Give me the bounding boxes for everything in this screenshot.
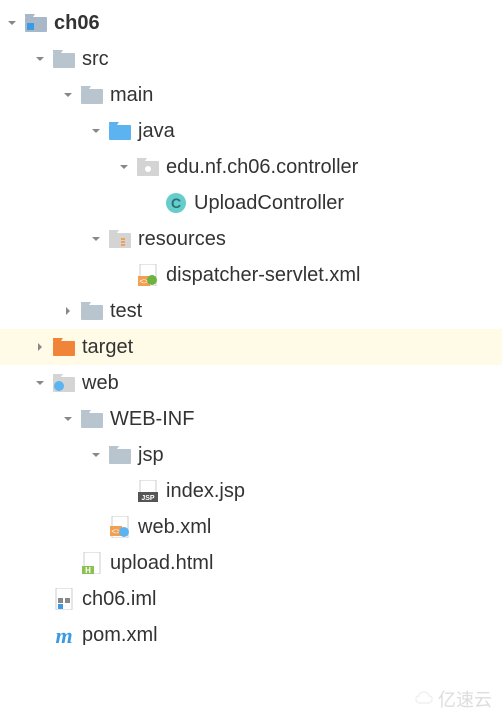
chevron-down-icon[interactable] xyxy=(4,15,20,31)
web-folder-icon xyxy=(52,371,76,395)
tree-label: jsp xyxy=(138,444,164,467)
folder-icon xyxy=(80,407,104,431)
tree-row-src[interactable]: src xyxy=(0,41,502,77)
tree-label: test xyxy=(110,300,142,323)
tree-label: target xyxy=(82,336,133,359)
tree-row-uploadhtml[interactable]: H upload.html xyxy=(0,545,502,581)
maven-file-icon: m xyxy=(52,623,76,647)
tree-row-web[interactable]: web xyxy=(0,365,502,401)
tree-label: web.xml xyxy=(138,516,211,539)
tree-row-target[interactable]: target xyxy=(0,329,502,365)
folder-icon xyxy=(80,299,104,323)
source-folder-icon xyxy=(108,119,132,143)
tree-row-pom[interactable]: m pom.xml xyxy=(0,617,502,653)
watermark: 亿速云 xyxy=(414,686,492,712)
tree-label: resources xyxy=(138,228,226,251)
chevron-down-icon[interactable] xyxy=(116,159,132,175)
tree-row-iml[interactable]: ch06.iml xyxy=(0,581,502,617)
chevron-down-icon[interactable] xyxy=(88,231,104,247)
tree-label: main xyxy=(110,84,153,107)
chevron-down-icon[interactable] xyxy=(88,123,104,139)
module-folder-icon xyxy=(24,11,48,35)
tree-label: web xyxy=(82,372,119,395)
folder-icon xyxy=(52,47,76,71)
jsp-file-icon: JSP xyxy=(136,479,160,503)
tree-label: UploadController xyxy=(194,192,344,215)
class-icon: C xyxy=(164,191,188,215)
tree-row-uploadcontroller[interactable]: C UploadController xyxy=(0,185,502,221)
svg-text:m: m xyxy=(55,624,72,646)
tree-label: index.jsp xyxy=(166,480,245,503)
chevron-down-icon[interactable] xyxy=(32,51,48,67)
tree-row-resources[interactable]: resources xyxy=(0,221,502,257)
package-icon xyxy=(136,155,160,179)
tree-row-package[interactable]: edu.nf.ch06.controller xyxy=(0,149,502,185)
iml-file-icon xyxy=(52,587,76,611)
tree-label: java xyxy=(138,120,175,143)
folder-icon xyxy=(80,83,104,107)
spring-xml-icon: <> xyxy=(136,263,160,287)
svg-text:H: H xyxy=(85,566,91,574)
tree-label: ch06 xyxy=(54,12,100,35)
chevron-down-icon[interactable] xyxy=(88,447,104,463)
tree-row-indexjsp[interactable]: JSP index.jsp xyxy=(0,473,502,509)
chevron-down-icon[interactable] xyxy=(60,411,76,427)
excluded-folder-icon xyxy=(52,335,76,359)
chevron-right-icon[interactable] xyxy=(32,339,48,355)
webxml-file-icon: <> xyxy=(108,515,132,539)
tree-label: ch06.iml xyxy=(82,588,156,611)
project-tree: ch06 src main java xyxy=(0,0,502,653)
chevron-right-icon[interactable] xyxy=(60,303,76,319)
tree-label: WEB-INF xyxy=(110,408,194,431)
chevron-down-icon[interactable] xyxy=(60,87,76,103)
tree-row-webinf[interactable]: WEB-INF xyxy=(0,401,502,437)
tree-label: pom.xml xyxy=(82,624,158,647)
tree-row-test[interactable]: test xyxy=(0,293,502,329)
folder-icon xyxy=(108,443,132,467)
tree-label: dispatcher-servlet.xml xyxy=(166,264,361,287)
tree-label: upload.html xyxy=(110,552,213,575)
chevron-down-icon[interactable] xyxy=(32,375,48,391)
resources-folder-icon xyxy=(108,227,132,251)
tree-label: src xyxy=(82,48,109,71)
tree-row-main[interactable]: main xyxy=(0,77,502,113)
tree-row-ch06[interactable]: ch06 xyxy=(0,5,502,41)
tree-row-dispatcher[interactable]: <> dispatcher-servlet.xml xyxy=(0,257,502,293)
html-file-icon: H xyxy=(80,551,104,575)
tree-label: edu.nf.ch06.controller xyxy=(166,156,358,179)
tree-row-java[interactable]: java xyxy=(0,113,502,149)
svg-text:JSP: JSP xyxy=(141,495,155,502)
tree-row-webxml[interactable]: <> web.xml xyxy=(0,509,502,545)
tree-row-jsp[interactable]: jsp xyxy=(0,437,502,473)
svg-text:C: C xyxy=(171,195,181,211)
